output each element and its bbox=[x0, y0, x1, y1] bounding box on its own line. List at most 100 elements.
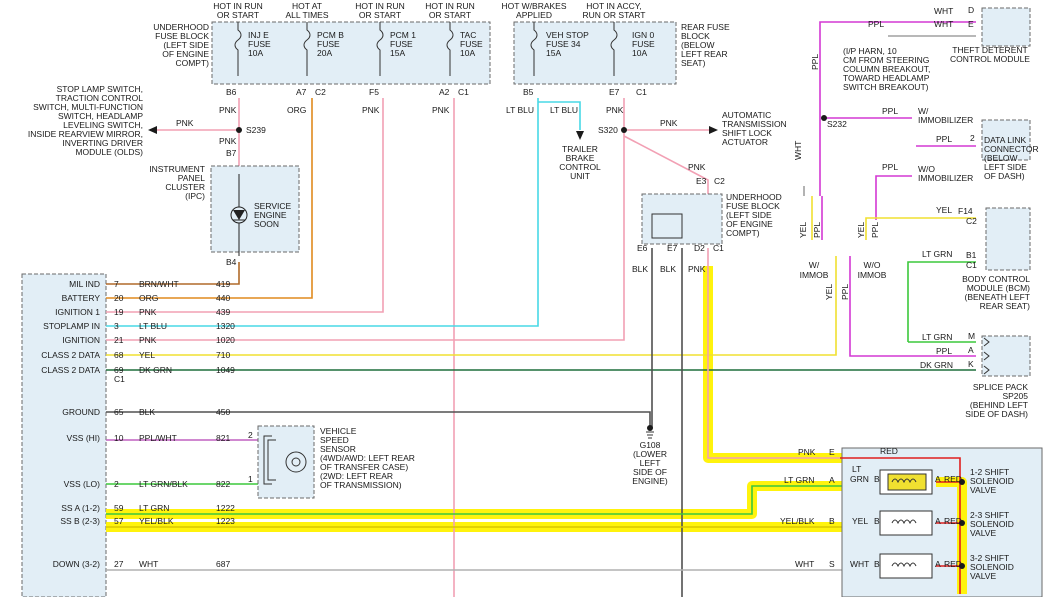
pcm-row-color: PNK bbox=[139, 335, 157, 345]
svg-text:APPLIED: APPLIED bbox=[516, 10, 552, 20]
pin-e7-rfb: E7 bbox=[609, 87, 620, 97]
solenoid-coil-icon-1 bbox=[879, 469, 933, 495]
wire-label-ltgrn-2: LT GRN bbox=[922, 332, 952, 342]
pcm-row-color: PPL/WHT bbox=[139, 433, 177, 443]
pin-e3: E3 bbox=[696, 176, 707, 186]
svg-text:OR START: OR START bbox=[217, 10, 259, 20]
hot-label-2: HOT AT ALL TIMES bbox=[286, 1, 329, 20]
pcm-row-color: BRN/WHT bbox=[139, 279, 179, 289]
svg-text:OF TRANSMISSION): OF TRANSMISSION) bbox=[320, 480, 402, 490]
svg-text:RUN OR START: RUN OR START bbox=[583, 10, 646, 20]
wire-label-wht-2: WHT bbox=[934, 19, 953, 29]
pin-d2: D2 bbox=[694, 243, 705, 253]
pcm-row-name: CLASS 2 DATA bbox=[41, 365, 100, 375]
wire-label-ppl-5: PPL bbox=[882, 162, 898, 172]
wire-label-ppl-2: PPL bbox=[810, 54, 820, 70]
solenoid-coil-icon-3 bbox=[879, 553, 933, 579]
pcm-row-pin: 68 bbox=[114, 350, 124, 360]
pin-trans-s: S bbox=[829, 559, 835, 569]
svg-text:15A: 15A bbox=[546, 48, 561, 58]
svg-text:ENGINE): ENGINE) bbox=[632, 476, 668, 486]
wire-bcm-yel bbox=[865, 217, 976, 240]
wire-label-ppl-4: PPL bbox=[936, 134, 952, 144]
wire-label-org: ORG bbox=[287, 105, 306, 115]
pin-e6: E6 bbox=[637, 243, 648, 253]
wire-label-ltblu-2: LT BLU bbox=[550, 105, 578, 115]
splice-s320: S320 bbox=[598, 125, 618, 135]
svg-text:VALVE: VALVE bbox=[970, 528, 996, 538]
wire-label-yel-4: YEL bbox=[936, 205, 952, 215]
wire-label-yel-2: YEL bbox=[856, 222, 866, 238]
svg-text:15A: 15A bbox=[390, 48, 405, 58]
wire-label-lt: LT bbox=[852, 464, 861, 474]
pin-a2: A2 bbox=[439, 87, 450, 97]
splice-pack-title: SPLICE PACK SP205 (BEHIND LEFT SIDE OF D… bbox=[965, 382, 1028, 419]
pin-d-theft: D bbox=[968, 5, 974, 15]
pcm-row-circuit: 687 bbox=[216, 559, 230, 569]
pcm-connector-c1: C1 bbox=[114, 374, 125, 384]
pcm-row-pin: 57 bbox=[114, 516, 124, 526]
rear-fuse-block-title: REAR FUSE BLOCK (BELOW LEFT REAR SEAT) bbox=[681, 22, 730, 68]
svg-text:10A: 10A bbox=[248, 48, 263, 58]
pin-b4: B4 bbox=[226, 257, 237, 267]
pcm-row-color: LT GRN/BLK bbox=[139, 479, 188, 489]
svg-text:SIDE OF DASH): SIDE OF DASH) bbox=[965, 409, 1028, 419]
ip-harness-note: (I/P HARN, 10 CM FROM STEERING COLUMN BR… bbox=[843, 46, 930, 92]
wire-label-ppl-7: PPL bbox=[870, 222, 880, 238]
pcm-row-pin: 2 bbox=[114, 479, 119, 489]
wire-label-pnk-10: PNK bbox=[798, 447, 816, 457]
pin-f14: F14 bbox=[958, 206, 973, 216]
wire-label-yel-1: YEL bbox=[798, 222, 808, 238]
pcm-row-name: IGNITION bbox=[62, 335, 100, 345]
wire-label-yelblk: YEL/BLK bbox=[780, 516, 815, 526]
svg-text:OF DASH): OF DASH) bbox=[984, 171, 1025, 181]
pcm-row-circuit: 710 bbox=[216, 350, 230, 360]
ground-g108-dot bbox=[647, 425, 653, 431]
pcm-row-color: YEL/BLK bbox=[139, 516, 174, 526]
pcm-row-pin: 20 bbox=[114, 293, 124, 303]
svg-text:REAR SEAT): REAR SEAT) bbox=[980, 301, 1031, 311]
pcm-row-name: DOWN (3-2) bbox=[53, 559, 100, 569]
wire-label-blk-2: BLK bbox=[660, 264, 676, 274]
pin-a-splice: A bbox=[968, 345, 974, 355]
wire-label-pnk-7: PNK bbox=[660, 118, 678, 128]
pcm-row-circuit: 439 bbox=[216, 307, 230, 317]
pcm-row-pin: 69 bbox=[114, 365, 124, 375]
pcm-row-color: PNK bbox=[139, 307, 157, 317]
hot-label-5: HOT W/BRAKES APPLIED bbox=[501, 1, 566, 20]
pin-trans-b: B bbox=[829, 516, 835, 526]
wire-label-wht-5: WHT bbox=[850, 559, 869, 569]
with-immobilizer-label: W/ IMMOBILIZER bbox=[918, 106, 973, 125]
pin-s32-b: B bbox=[874, 559, 880, 569]
pin-dlc-2: 2 bbox=[970, 133, 975, 143]
pcm-row-color: LT GRN bbox=[139, 503, 169, 513]
pin-vss-2: 2 bbox=[248, 430, 253, 440]
pcm-row-pin: 27 bbox=[114, 559, 124, 569]
svg-text:VALVE: VALVE bbox=[970, 485, 996, 495]
pcm-row-circuit: 822 bbox=[216, 479, 230, 489]
wire-label-pnk-1: PNK bbox=[176, 118, 194, 128]
pin-f5: F5 bbox=[369, 87, 379, 97]
svg-text:COMPT): COMPT) bbox=[175, 58, 209, 68]
pin-b1: B1 bbox=[966, 250, 977, 260]
wiring-diagram: HOT IN RUN OR START HOT AT ALL TIMES HOT… bbox=[21, 1, 1043, 597]
splice-s232: S232 bbox=[827, 119, 847, 129]
svg-text:SWITCH BREAKOUT): SWITCH BREAKOUT) bbox=[843, 82, 929, 92]
wire-label-red-3: RED bbox=[944, 516, 962, 526]
wire-label-ppl-1: PPL bbox=[868, 19, 884, 29]
pin-trans-e: E bbox=[829, 447, 835, 457]
pin-m: M bbox=[968, 331, 975, 341]
wire-label-ppl-3: PPL bbox=[882, 106, 898, 116]
pin-s12-a: A bbox=[935, 474, 941, 484]
shift-lock-label: AUTOMATIC TRANSMISSION SHIFT LOCK ACTUAT… bbox=[722, 110, 787, 147]
svg-text:IMMOB: IMMOB bbox=[800, 270, 829, 280]
ground-icon bbox=[646, 431, 654, 439]
pcm-row-name: VSS (LO) bbox=[64, 479, 101, 489]
svg-text:VALVE: VALVE bbox=[970, 571, 996, 581]
arrow-down-icon bbox=[576, 131, 584, 140]
pcm-row-color: LT BLU bbox=[139, 321, 167, 331]
wire-label-yel-3: YEL bbox=[824, 284, 834, 300]
pcm-row-name: SS A (1-2) bbox=[61, 503, 100, 513]
wire-label-pnk-3: PNK bbox=[219, 136, 237, 146]
wire-label-grn: GRN bbox=[850, 474, 869, 484]
